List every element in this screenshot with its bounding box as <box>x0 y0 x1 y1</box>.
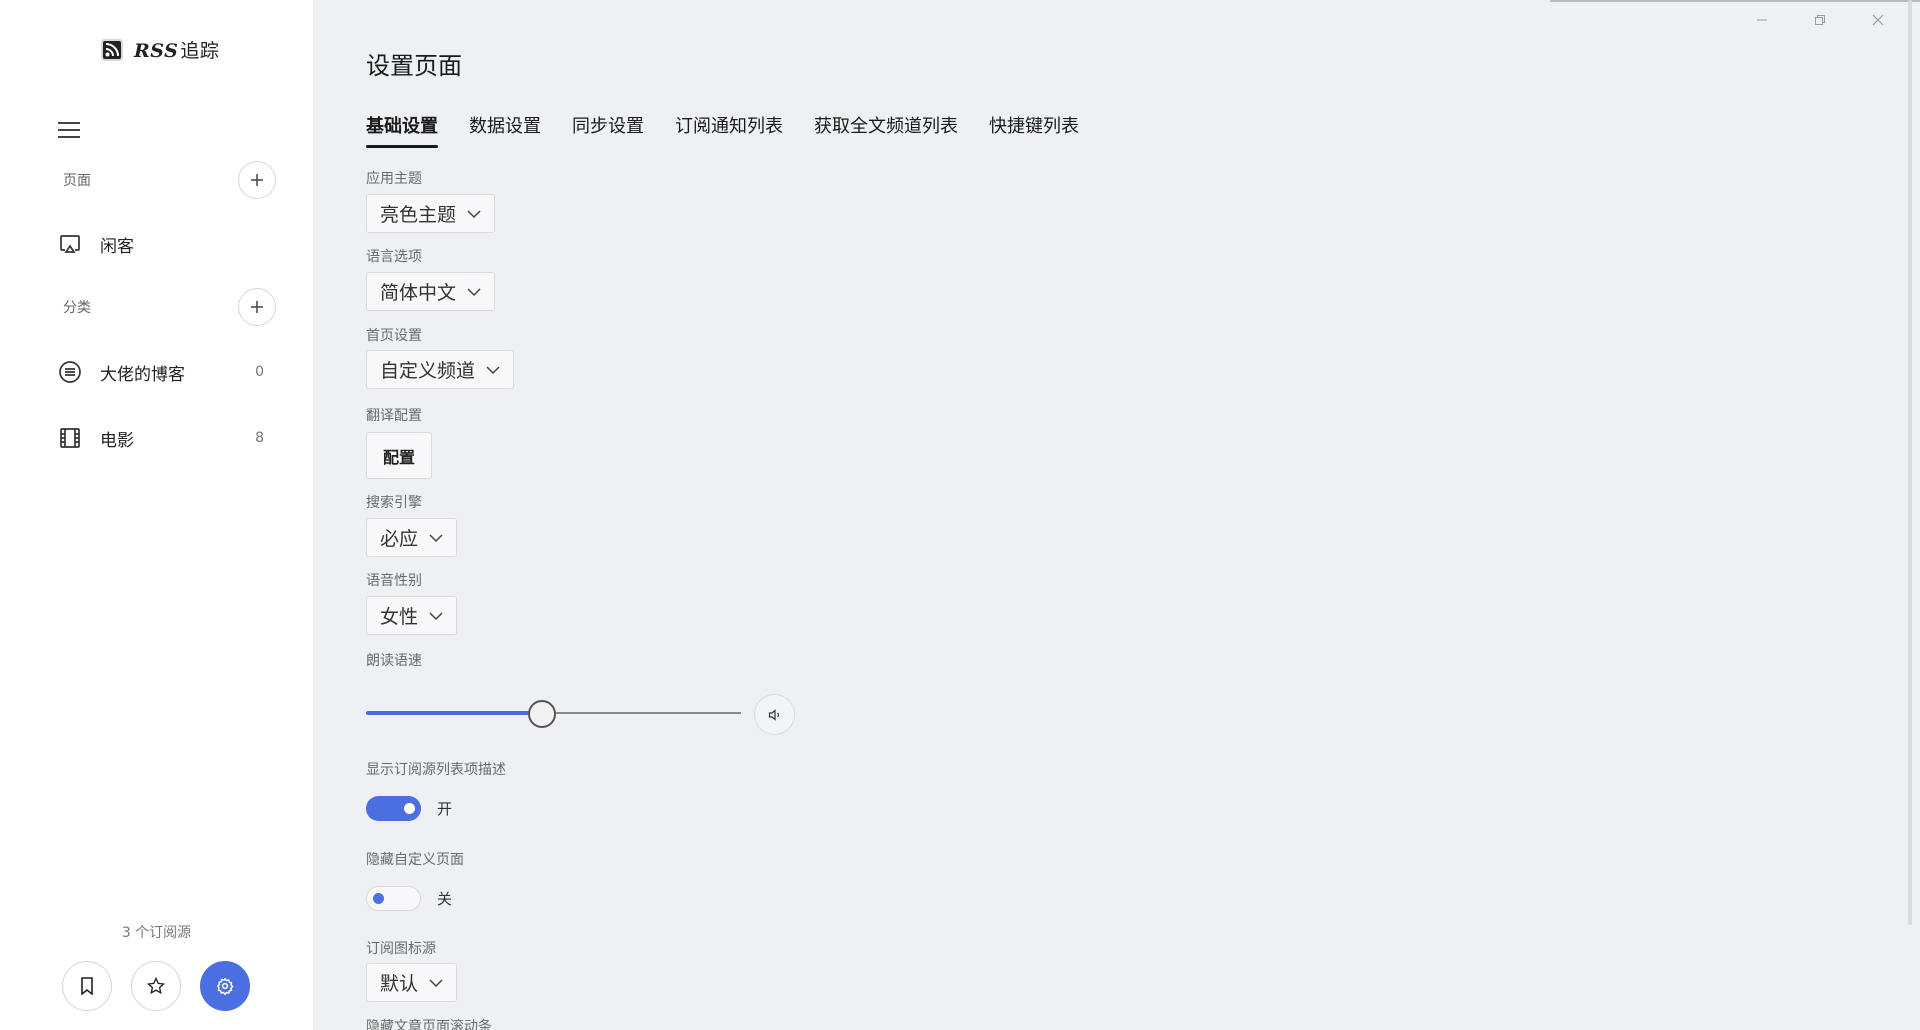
show-description-label: 显示订阅源列表项描述 <box>366 762 506 778</box>
voice-gender-value: 女性 <box>380 606 419 628</box>
plus-icon <box>251 174 263 186</box>
list-circle-icon <box>59 361 81 383</box>
show-description-state: 开 <box>437 800 453 818</box>
menu-toggle-icon[interactable] <box>58 116 86 144</box>
voice-gender-label: 语音性别 <box>366 573 422 589</box>
bookmark-icon <box>81 977 93 995</box>
tab-notifications[interactable]: 订阅通知列表 <box>675 112 783 148</box>
tab-shortcuts[interactable]: 快捷键列表 <box>989 112 1079 148</box>
app-brand: RSS 追踪 <box>100 36 219 63</box>
chevron-down-icon <box>429 533 443 542</box>
language-dropdown[interactable]: 简体中文 <box>366 272 496 311</box>
feed-icon-source-label: 订阅图标源 <box>366 941 436 957</box>
subscription-count: 3 个订阅源 <box>121 925 192 941</box>
tab-sync[interactable]: 同步设置 <box>572 112 644 148</box>
sidebar-item-movies[interactable]: 电影 8 <box>58 418 278 458</box>
page-title: 设置页面 <box>366 52 462 80</box>
sidebar-item-xianke[interactable]: 闲客 <box>58 224 278 264</box>
categories-section-header: 分类 <box>63 288 276 326</box>
homepage-label: 首页设置 <box>366 328 422 344</box>
plus-icon <box>251 301 263 313</box>
reading-speed-label: 朗读语速 <box>366 653 422 669</box>
homepage-dropdown[interactable]: 自定义频道 <box>366 350 515 389</box>
sidebar-item-blogs[interactable]: 大佬的博客 0 <box>58 352 278 392</box>
slider-fill <box>366 711 543 715</box>
chevron-down-icon <box>486 365 500 374</box>
feed-icon-source-dropdown[interactable]: 默认 <box>366 963 458 1002</box>
sidebar-item-label: 闲客 <box>100 236 134 257</box>
search-engine-dropdown[interactable]: 必应 <box>366 518 458 557</box>
show-description-row: 开 <box>366 796 452 821</box>
main-scrollbar[interactable] <box>1908 0 1912 925</box>
speaker-icon <box>768 708 779 721</box>
categories-section-label: 分类 <box>63 300 91 316</box>
translate-label: 翻译配置 <box>366 408 422 424</box>
slider-thumb[interactable] <box>528 700 557 728</box>
gear-icon <box>216 977 234 995</box>
sidebar-item-label: 电影 <box>100 430 134 451</box>
hide-scrollbar-label: 隐藏文章页面滚动条 <box>366 1019 492 1030</box>
unread-count: 8 <box>255 430 264 446</box>
add-category-button[interactable] <box>238 288 276 326</box>
tab-fulltext[interactable]: 获取全文频道列表 <box>814 112 958 148</box>
chevron-down-icon <box>467 209 481 218</box>
sidebar-bottom-actions <box>62 961 250 1011</box>
settings-tabs: 基础设置 数据设置 同步设置 订阅通知列表 获取全文频道列表 快捷键列表 <box>366 112 1079 148</box>
chevron-down-icon <box>429 611 443 620</box>
bookmark-button[interactable] <box>62 961 112 1011</box>
language-label: 语言选项 <box>366 249 422 265</box>
app-name-suffix: 追踪 <box>180 40 220 62</box>
search-engine-label: 搜索引擎 <box>366 495 422 511</box>
pages-section-label: 页面 <box>63 173 91 189</box>
sidebar: RSS 追踪 页面 闲客 分类 大佬的博客 0 电影 8 3 个订阅源 <box>0 0 313 1030</box>
pages-section-header: 页面 <box>63 161 276 199</box>
theme-value: 亮色主题 <box>380 204 457 226</box>
theme-label: 应用主题 <box>366 171 422 187</box>
hide-custom-page-toggle[interactable] <box>366 886 421 911</box>
tab-basic[interactable]: 基础设置 <box>366 112 438 148</box>
chevron-down-icon <box>467 287 481 296</box>
settings-page: 设置页面 基础设置 数据设置 同步设置 订阅通知列表 获取全文频道列表 快捷键列… <box>366 0 1886 1030</box>
settings-button[interactable] <box>200 961 250 1011</box>
translate-config-button[interactable]: 配置 <box>366 432 433 479</box>
hide-custom-page-state: 关 <box>437 890 453 908</box>
language-value: 简体中文 <box>380 282 457 304</box>
hide-custom-page-label: 隐藏自定义页面 <box>366 852 464 868</box>
rss-logo-icon <box>101 38 123 61</box>
chevron-down-icon <box>429 978 443 987</box>
film-icon <box>60 428 80 448</box>
star-icon <box>147 977 165 995</box>
voice-gender-dropdown[interactable]: 女性 <box>366 596 458 635</box>
feed-icon-source-value: 默认 <box>380 973 419 995</box>
reading-speed-slider[interactable] <box>366 700 741 728</box>
hide-custom-page-row: 关 <box>366 886 452 911</box>
app-name-prefix: RSS <box>134 40 179 62</box>
sidebar-item-label: 大佬的博客 <box>100 364 185 385</box>
tab-data[interactable]: 数据设置 <box>469 112 541 148</box>
search-engine-value: 必应 <box>380 528 419 550</box>
homepage-value: 自定义频道 <box>380 360 476 382</box>
star-button[interactable] <box>131 961 181 1011</box>
theme-dropdown[interactable]: 亮色主题 <box>366 194 496 233</box>
unread-count: 0 <box>255 364 264 380</box>
preview-speech-button[interactable] <box>754 694 795 735</box>
show-description-toggle[interactable] <box>366 796 421 821</box>
cast-icon <box>60 235 80 253</box>
add-page-button[interactable] <box>238 161 276 199</box>
app-name: RSS 追踪 <box>134 36 219 63</box>
